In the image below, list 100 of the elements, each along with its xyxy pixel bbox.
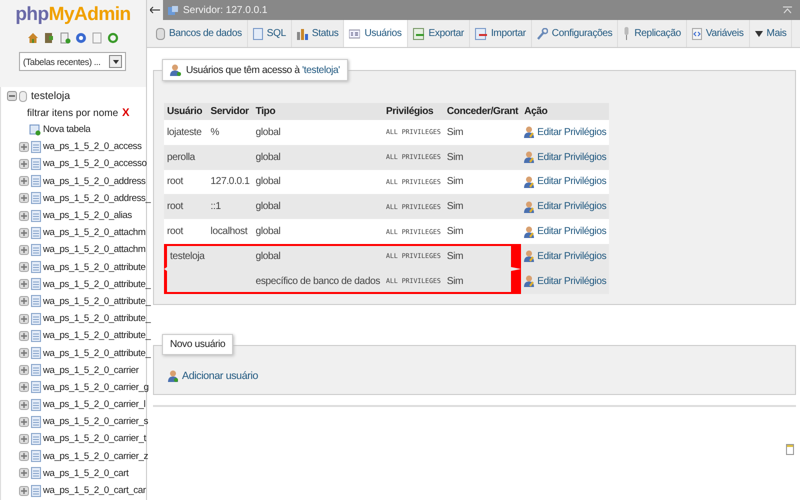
expand-icon[interactable] [19, 262, 29, 272]
user-edit-icon [524, 176, 534, 188]
new-table-link[interactable]: Nova tabela [43, 124, 90, 136]
table-icon [31, 347, 41, 360]
table-icon [31, 467, 41, 480]
expand-icon[interactable] [19, 434, 29, 444]
table-name[interactable]: wa_ps_1_5_2_0_address [43, 176, 146, 187]
grant-option: Sim [446, 276, 464, 287]
column-header: Conceder/Grant [444, 103, 522, 120]
table-name[interactable]: wa_ps_1_5_2_0_carrier_z [43, 450, 148, 462]
table-icon [31, 398, 41, 411]
table-icon [31, 381, 41, 394]
table-icon [31, 312, 41, 325]
new-table-icon [29, 124, 41, 136]
grant-option: Sim [446, 226, 464, 238]
nav-tab[interactable]: Usuários [344, 20, 408, 47]
expand-icon[interactable] [19, 348, 29, 358]
expand-icon[interactable] [19, 142, 29, 152]
table-name[interactable]: wa_ps_1_5_2_0_attribute_ [43, 348, 150, 359]
table-icon [31, 278, 41, 290]
table-name[interactable]: wa_ps_1_5_2_0_attachm [43, 244, 146, 256]
user-name: testeloja [170, 250, 205, 262]
app-logo[interactable]: phpMyAdmin [0, 4, 146, 26]
collapse-icon[interactable] [7, 91, 17, 101]
table-name[interactable]: wa_ps_1_5_2_0_access [43, 141, 142, 152]
table-name[interactable]: wa_ps_1_5_2_0_accesso [43, 158, 147, 170]
nav-tab[interactable]: Variáveis [686, 20, 750, 47]
user-edit-icon [524, 275, 534, 288]
expand-icon[interactable] [19, 296, 29, 306]
user-name: root [167, 201, 184, 212]
table-name[interactable]: wa_ps_1_5_2_0_cart [43, 468, 128, 479]
grant-type: global [256, 176, 280, 188]
column-header: Privilégios [383, 103, 444, 120]
database-name[interactable]: testeloja [31, 90, 70, 102]
expand-icon[interactable] [19, 210, 29, 221]
table-name[interactable]: wa_ps_1_5_2_0_carrier [43, 364, 139, 376]
table-name[interactable]: wa_ps_1_5_2_0_attribute_ [43, 330, 150, 342]
expand-icon[interactable] [19, 279, 29, 290]
user-name: lojateste [167, 126, 202, 138]
grant-option: Sim [446, 126, 464, 138]
expand-icon[interactable] [19, 193, 29, 204]
expand-icon[interactable] [19, 330, 29, 341]
table-name[interactable]: wa_ps_1_5_2_0_cart_car [43, 485, 146, 496]
table-name[interactable]: wa_ps_1_5_2_0_carrier_s [43, 416, 148, 428]
home-icon[interactable] [27, 32, 39, 44]
wrench-icon [536, 28, 548, 40]
expand-icon[interactable] [19, 365, 29, 376]
nav-tab[interactable]: Exportar [408, 20, 470, 47]
table-icon [31, 210, 41, 222]
clear-filter-button[interactable]: X [122, 107, 130, 119]
panel-title: Usuários que têm acesso à 'testeloja' [186, 64, 340, 76]
exit-door-icon[interactable] [43, 32, 55, 44]
collapse-up-icon[interactable] [783, 6, 792, 14]
expand-icon[interactable] [19, 228, 29, 238]
grant-option: Sim [446, 176, 464, 188]
expand-icon[interactable] [19, 486, 29, 496]
export-icon [412, 28, 425, 40]
nav-tab[interactable]: Replicação [618, 20, 687, 47]
expand-icon[interactable] [19, 158, 29, 169]
add-user-link[interactable]: Adicionar usuário [182, 370, 258, 382]
expand-icon[interactable] [19, 382, 29, 392]
grant-option: Sim [446, 201, 464, 212]
expand-icon[interactable] [19, 451, 29, 462]
table-name[interactable]: wa_ps_1_5_2_0_attribute_ [43, 278, 150, 290]
table-name[interactable]: wa_ps_1_5_2_0_carrier_l [43, 399, 146, 410]
nav-tab[interactable]: SQL [248, 20, 292, 47]
expand-icon[interactable] [19, 176, 29, 186]
table-name[interactable]: wa_ps_1_5_2_0_attachm [43, 227, 146, 238]
panel-title: Novo usuário [170, 338, 226, 350]
nav-tab[interactable]: Bancos de dados [151, 20, 248, 47]
expand-icon[interactable] [19, 314, 29, 324]
recent-tables-select[interactable]: (Tabelas recentes) ... [19, 52, 126, 71]
table-name[interactable]: wa_ps_1_5_2_0_carrier_g [43, 382, 149, 393]
expand-icon[interactable] [19, 400, 29, 410]
table-icon [31, 364, 41, 376]
import-icon [474, 28, 487, 40]
nav-tab[interactable]: Configurações [532, 20, 618, 47]
grant-type: global [256, 152, 280, 163]
grant-type: global [256, 226, 280, 238]
reload-icon[interactable] [107, 32, 119, 44]
host-name: 127.0.0.1 [210, 176, 250, 188]
table-name[interactable]: wa_ps_1_5_2_0_attribute [43, 262, 146, 273]
expand-icon[interactable] [19, 416, 29, 427]
database-icon [156, 28, 165, 40]
table-name[interactable]: wa_ps_1_5_2_0_attribute_ [43, 313, 150, 324]
column-header: Usuário [164, 103, 208, 120]
filter-field[interactable]: filtrar itens por nome [27, 108, 118, 118]
dropdown-caret-icon [112, 60, 118, 64]
table-icon [31, 226, 41, 239]
user-edit-icon [524, 226, 534, 238]
expand-icon[interactable] [19, 468, 29, 478]
help-icon[interactable] [75, 32, 87, 44]
grant-type: global [256, 250, 280, 262]
table-name[interactable]: wa_ps_1_5_2_0_address_ [43, 192, 150, 204]
table-name[interactable]: wa_ps_1_5_2_0_attribute_ [43, 296, 150, 307]
nav-tab[interactable]: Mais [750, 20, 792, 47]
table-name[interactable]: wa_ps_1_5_2_0_alias [43, 210, 132, 222]
expand-icon[interactable] [19, 244, 29, 255]
nav-tab[interactable]: Importar [470, 20, 532, 47]
table-name[interactable]: wa_ps_1_5_2_0_carrier_t [43, 433, 146, 444]
